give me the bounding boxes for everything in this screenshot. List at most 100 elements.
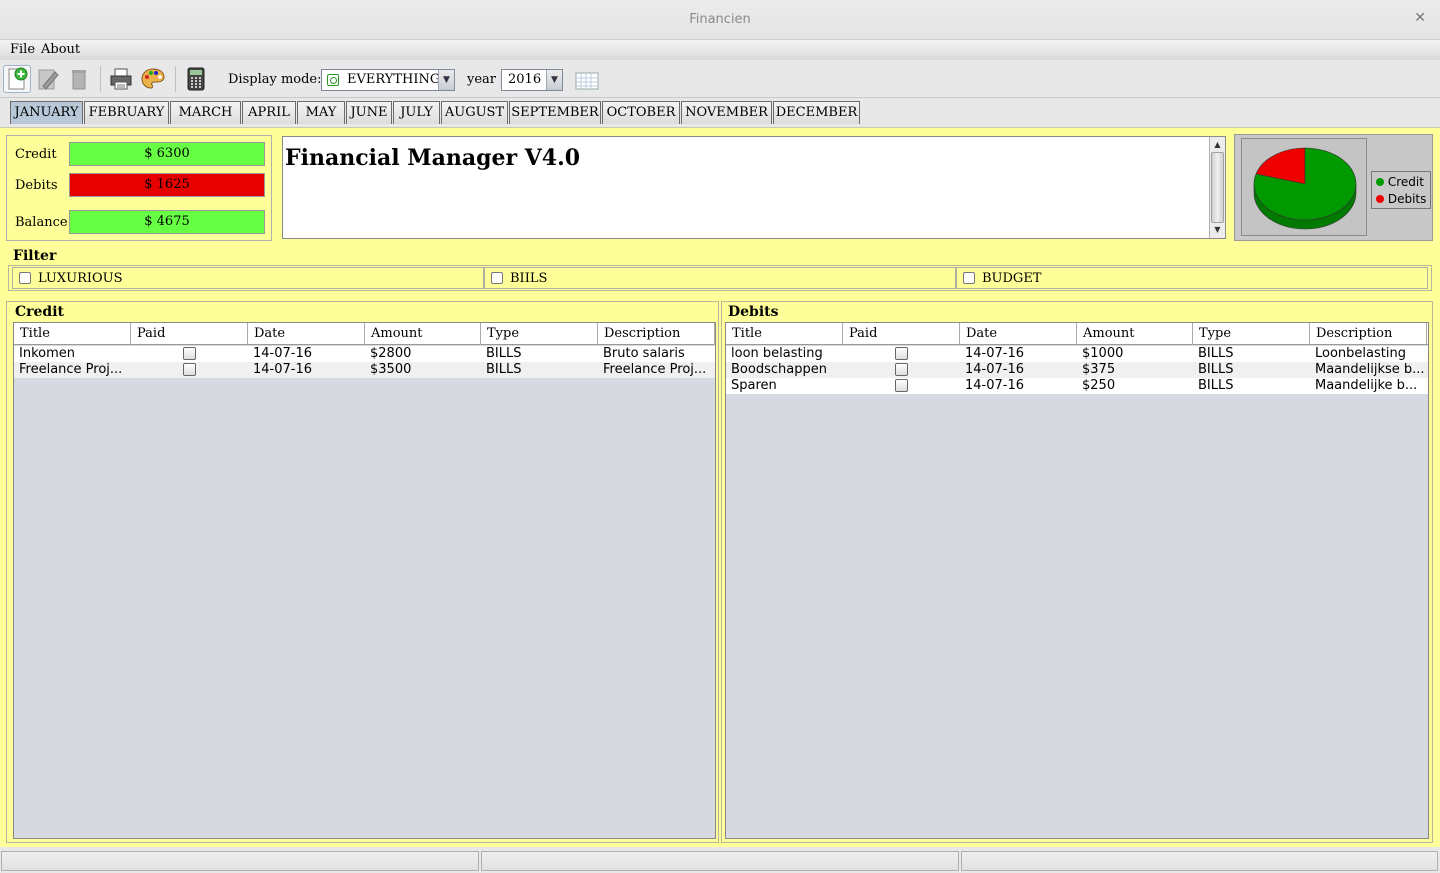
chart-panel: Credit Debits [1234, 134, 1433, 241]
trash-icon [72, 70, 86, 90]
table-header: Title Paid Date Amount Type Description [726, 323, 1428, 345]
cell-description: Bruto salaris [603, 346, 685, 361]
cell-amount: $250 [1082, 378, 1116, 393]
calculator-button[interactable] [182, 65, 210, 93]
menu-about[interactable]: About [41, 42, 80, 57]
table-row[interactable]: Inkomen 14-07-16 $2800 BILLS Bruto salaris [14, 346, 715, 362]
paid-checkbox[interactable] [183, 347, 196, 360]
filter-luxurious-checkbox[interactable] [19, 272, 31, 284]
filter-bills-checkbox[interactable] [491, 272, 503, 284]
paid-checkbox[interactable] [895, 363, 908, 376]
column-header-amount[interactable]: Amount [1077, 323, 1193, 345]
column-header-type[interactable]: Type [1193, 323, 1310, 345]
theme-button[interactable] [139, 65, 167, 93]
chevron-down-icon[interactable]: ▼ [438, 70, 454, 90]
tab-september[interactable]: SEPTEMBER [509, 101, 601, 124]
paid-cell [131, 362, 248, 378]
debits-total: $ 1625 [69, 173, 265, 197]
column-header-paid[interactable]: Paid [843, 323, 960, 345]
debits-label: Debits [15, 178, 58, 193]
tab-december[interactable]: DECEMBER [773, 101, 860, 124]
cell-type: BILLS [1198, 362, 1234, 377]
print-button[interactable] [107, 65, 135, 93]
cell-amount: $2800 [370, 346, 412, 361]
column-header-type[interactable]: Type [481, 323, 598, 345]
paid-cell [843, 378, 960, 394]
table-row[interactable]: loon belasting 14-07-16 $1000 BILLS Loonbela… [726, 346, 1428, 362]
column-header-paid[interactable]: Paid [131, 323, 248, 345]
filter-budget-checkbox[interactable] [963, 272, 975, 284]
tab-june[interactable]: JUNE [346, 101, 392, 124]
filter-luxurious[interactable]: LUXURIOUS [12, 267, 484, 289]
close-icon[interactable]: ✕ [1414, 10, 1426, 26]
paid-checkbox[interactable] [895, 347, 908, 360]
tab-august[interactable]: AUGUST [441, 101, 508, 124]
column-header-date[interactable]: Date [960, 323, 1077, 345]
toolbar-separator [100, 66, 101, 92]
column-header-amount[interactable]: Amount [365, 323, 481, 345]
tab-july[interactable]: JULY [393, 101, 440, 124]
notes-scrollbar[interactable]: ▲ ▼ [1209, 137, 1225, 238]
table-row[interactable]: Sparen 14-07-16 $250 BILLS Maandelijke b... [726, 378, 1428, 394]
menu-file[interactable]: File [10, 42, 35, 57]
debits-table[interactable]: Title Paid Date Amount Type Description loon b… [725, 322, 1429, 839]
table-row[interactable]: Boodschappen 14-07-16 $375 BILLS Maandelijks… [726, 362, 1428, 378]
title-bar: Financien ✕ [0, 0, 1440, 40]
edit-button[interactable] [34, 65, 62, 93]
debits-table-title: Debits [728, 304, 779, 320]
cell-type: BILLS [1198, 346, 1234, 361]
tab-january[interactable]: JANUARY [10, 101, 83, 124]
column-header-description[interactable]: Description [1310, 323, 1427, 345]
column-header-title[interactable]: Title [14, 323, 131, 345]
notes-area[interactable]: Financial Manager V4.0 ▲ ▼ [282, 136, 1226, 239]
display-mode-select[interactable]: EVERYTHING ▼ [321, 69, 455, 91]
filter-bills[interactable]: BIILS [484, 267, 956, 289]
debits-legend-dot [1376, 195, 1384, 203]
cell-title: Freelance Proj... [19, 362, 123, 377]
credit-table[interactable]: Title Paid Date Amount Type Description Inkome… [13, 322, 716, 839]
column-header-date[interactable]: Date [248, 323, 365, 345]
scroll-thumb[interactable] [1211, 152, 1224, 223]
credit-label: Credit [15, 147, 57, 162]
scroll-up-icon[interactable]: ▲ [1210, 138, 1225, 152]
paid-checkbox[interactable] [183, 363, 196, 376]
window-title: Financien [689, 12, 751, 27]
year-select[interactable]: 2016 ▼ [501, 69, 563, 91]
progress-bar [961, 851, 1438, 871]
cell-date: 14-07-16 [965, 346, 1025, 361]
tab-november[interactable]: NOVEMBER [681, 101, 772, 124]
display-mode-value: EVERYTHING [347, 72, 441, 87]
paid-cell [131, 346, 248, 362]
delete-button[interactable] [65, 65, 93, 93]
cell-amount: $1000 [1082, 346, 1124, 361]
credit-table-title: Credit [15, 304, 64, 320]
new-entry-button[interactable] [3, 65, 31, 93]
tab-october[interactable]: OCTOBER [602, 101, 680, 124]
calendar-button[interactable] [573, 67, 601, 95]
tab-february[interactable]: FEBRUARY [84, 101, 169, 124]
cell-title: Sparen [731, 378, 777, 393]
scroll-down-icon[interactable]: ▼ [1210, 223, 1225, 237]
tab-may[interactable]: MAY [297, 101, 345, 124]
filter-luxurious-label: LUXURIOUS [38, 271, 123, 286]
column-header-title[interactable]: Title [726, 323, 843, 345]
cell-date: 14-07-16 [253, 362, 313, 377]
cell-description: Maandelijke b... [1315, 378, 1418, 393]
palette-icon [141, 68, 165, 89]
paid-checkbox[interactable] [895, 379, 908, 392]
debits-panel: Debits Title Paid Date Amount Type Descriptio… [721, 301, 1433, 843]
tab-march[interactable]: MARCH [170, 101, 241, 124]
calculator-icon [187, 67, 205, 91]
table-row[interactable]: Freelance Proj... 14-07-16 $3500 BILLS Freel… [14, 362, 715, 378]
column-header-description[interactable]: Description [598, 323, 715, 345]
tab-april[interactable]: APRIL [242, 101, 296, 124]
cell-amount: $3500 [370, 362, 412, 377]
legend-item-debits: Debits [1376, 192, 1426, 206]
filter-budget-label: BUDGET [982, 271, 1042, 286]
legend-label-credit: Credit [1387, 175, 1424, 189]
year-label: year [467, 72, 497, 87]
filter-budget[interactable]: BUDGET [956, 267, 1428, 289]
printer-icon [110, 68, 132, 90]
edit-pencil-icon [38, 69, 59, 90]
chevron-down-icon[interactable]: ▼ [546, 70, 562, 90]
